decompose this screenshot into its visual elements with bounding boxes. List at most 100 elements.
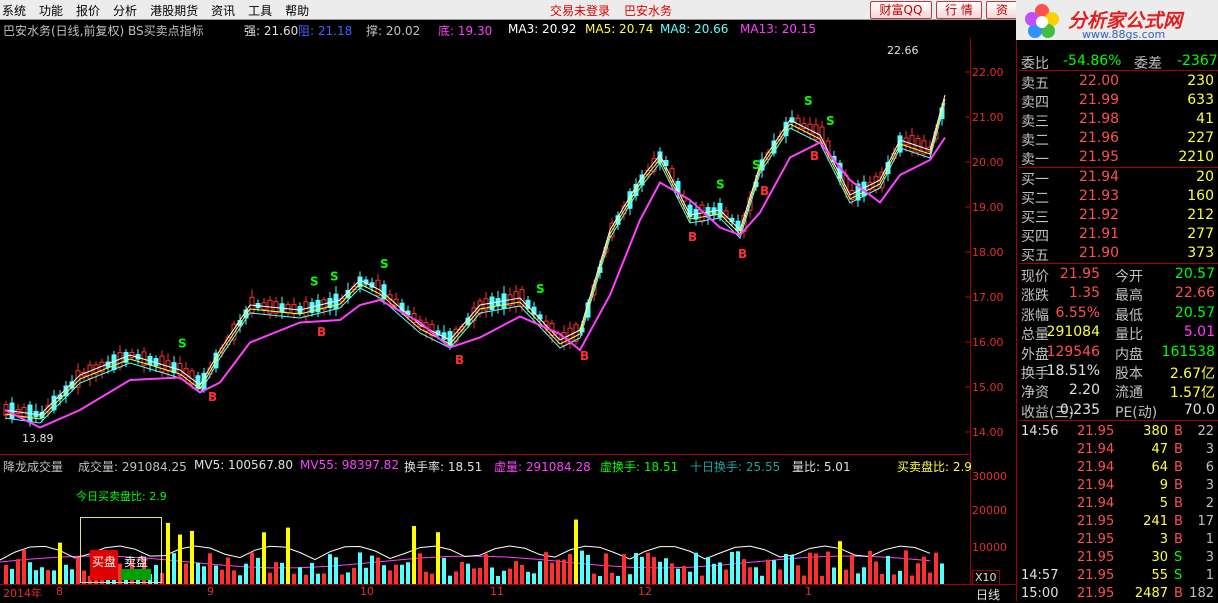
turnover-value: 换手率: 18.51 [404, 460, 483, 474]
commission-ratio-row: 委比 -54.86% 委差 -2367 [1021, 53, 1218, 72]
volume-bar [838, 541, 842, 584]
volume-bar [286, 527, 290, 584]
volume-info-bar: 降龙成交量 成交量: 291084.25 MV5: 100567.80 MV55… [0, 456, 972, 474]
volume-bar [436, 532, 440, 584]
sell-signal-mark: S [536, 282, 545, 296]
volume-bar [70, 569, 74, 584]
volume-bar [484, 553, 488, 584]
volume-bar [748, 567, 752, 584]
volume-bar [262, 532, 266, 584]
volume-bar [58, 542, 62, 584]
bid-row[interactable]: 买二 21.93 160 [1019, 187, 1218, 207]
volume-bar [634, 552, 638, 584]
volume-bar [910, 575, 914, 584]
bid-row[interactable]: 买三 21.92 212 [1019, 206, 1218, 226]
volume-bar [490, 567, 494, 584]
stat-label: 最低 [1115, 307, 1143, 324]
bid-row[interactable]: 买四 21.91 277 [1019, 225, 1218, 245]
ask-row[interactable]: 卖五 22.00 230 [1019, 72, 1218, 92]
tick-count: 6 [1205, 460, 1214, 475]
tick-price: 21.94 [1077, 442, 1115, 457]
ask-price: 21.95 [1079, 149, 1120, 165]
today-buy-sell-ratio: 今日买卖盘比: 2.9 [76, 490, 167, 503]
bid-label: 买四 [1021, 229, 1049, 245]
volume-bar [574, 519, 578, 584]
volume-bar [682, 565, 686, 584]
volume-bar [844, 569, 848, 584]
volume-bar [370, 555, 374, 584]
buy-signal-mark: B [738, 247, 747, 261]
volume-bar [472, 568, 476, 584]
high-price-mark: 22.66 [887, 44, 919, 57]
price-axis-label: 21.00 [972, 111, 1004, 124]
volume-unit: X10 [972, 570, 1000, 585]
volume-axis-label: 10000 [972, 541, 1007, 554]
tick-bs: B [1174, 424, 1183, 439]
ask-row[interactable]: 卖二 21.96 227 [1019, 129, 1218, 149]
tick-count: 22 [1197, 424, 1214, 439]
volume-title: 降龙成交量 [3, 460, 64, 474]
x-axis-month-label: 10 [360, 585, 374, 598]
stat-row: 现价 21.95 今开 20.57 [1019, 265, 1218, 285]
buy-signal-mark: B [455, 353, 464, 367]
volume-bar [694, 552, 698, 584]
volume-bar [568, 554, 572, 584]
tick-row: 21.95 241 B 17 [1019, 513, 1218, 531]
tick-price: 21.95 [1077, 586, 1115, 601]
tick-time: 14:57 [1021, 568, 1059, 583]
volume-bar [586, 554, 590, 584]
stat-label: 涨幅 [1021, 307, 1049, 324]
tick-bs: B [1174, 514, 1183, 529]
bid-volume: 160 [1187, 188, 1214, 204]
ask-row[interactable]: 卖三 21.98 41 [1019, 110, 1218, 130]
volume-bar [202, 566, 206, 584]
ask-row[interactable]: 卖四 21.99 633 [1019, 91, 1218, 111]
ask-label: 卖五 [1021, 76, 1049, 92]
bid-row[interactable]: 买一 21.94 20 [1019, 168, 1218, 188]
volume-bar [352, 567, 356, 584]
volume-bar [784, 554, 788, 584]
buy-signal-mark: B [760, 184, 769, 198]
stat-value: 20.57 [1174, 266, 1215, 282]
tick-volume: 30 [1151, 550, 1168, 565]
volume-bar [274, 562, 278, 584]
flower-logo-icon [1025, 4, 1059, 38]
tick-count: 182 [1189, 586, 1214, 601]
volume-bar [28, 562, 32, 584]
stat-label: 外盘 [1021, 346, 1049, 363]
volume-bar [280, 562, 284, 584]
stat-value: 20.57 [1174, 304, 1215, 321]
volume-bar [394, 564, 398, 584]
ask-label: 卖四 [1021, 95, 1049, 111]
kline-chart[interactable]: SBS SBSBSBBSSBBSSB [0, 0, 1018, 601]
price-axis-label: 15.00 [972, 381, 1004, 394]
buy-signal-mark: B [810, 149, 819, 163]
volume-bar [478, 567, 482, 584]
volume-bar [412, 526, 416, 584]
volume-bar [778, 569, 782, 584]
stat-label: 总量 [1021, 327, 1049, 344]
volume-bar [706, 557, 710, 584]
mv55-value: MV55: 98397.82 [300, 458, 399, 472]
bid-label: 买五 [1021, 248, 1049, 264]
stat-label: PE(动) [1115, 404, 1158, 421]
tick-row: 21.95 3 B 1 [1019, 531, 1218, 549]
tick-count: 17 [1197, 514, 1214, 529]
tick-time: 15:00 [1021, 586, 1059, 601]
stat-row: 收益(三) 0.235 PE(动) 70.0 [1019, 401, 1218, 421]
tick-count: 1 [1205, 532, 1214, 547]
volume-bar [754, 567, 758, 584]
ask-row[interactable]: 卖一 21.95 2210 [1019, 148, 1218, 168]
bid-price: 21.92 [1079, 207, 1120, 223]
volume-bar [904, 550, 908, 584]
tick-bs: B [1174, 496, 1183, 511]
volume-bar [10, 568, 14, 584]
buy-signal-mark: B [580, 349, 589, 363]
period-tab-daily[interactable]: 日线 [976, 586, 1000, 603]
volume-bar [340, 574, 344, 584]
sell-signal-mark: S [310, 275, 319, 289]
ma3-line [4, 94, 946, 416]
tick-count: 3 [1205, 442, 1214, 457]
volume-bar [52, 570, 56, 584]
bid-row[interactable]: 买五 21.90 373 [1019, 244, 1218, 264]
